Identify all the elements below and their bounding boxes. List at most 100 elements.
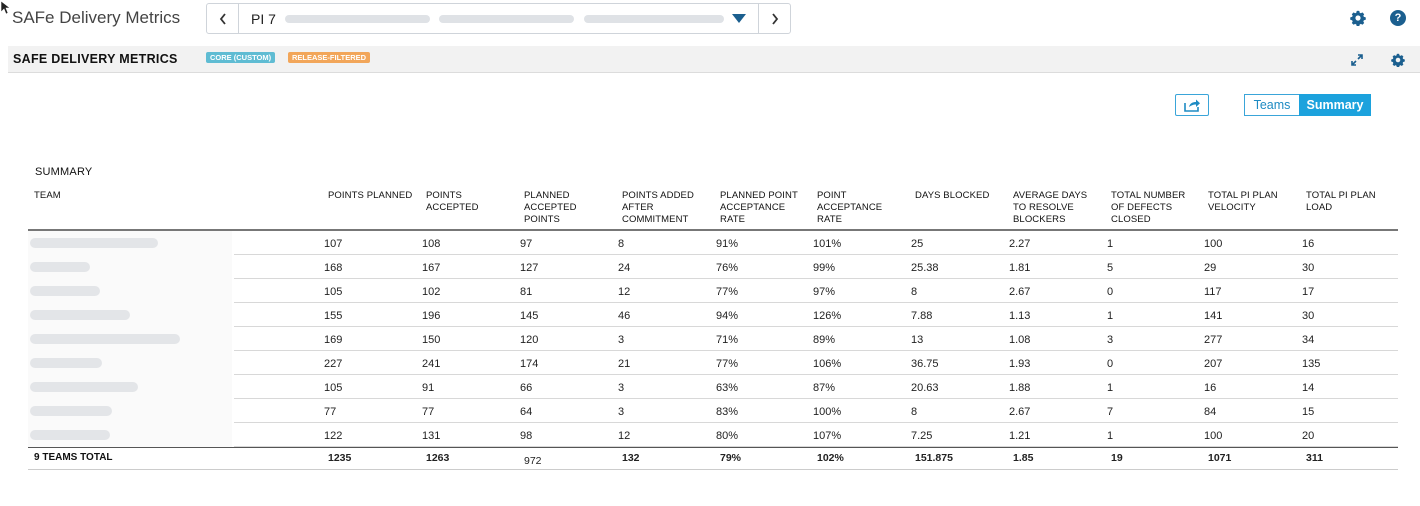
cell-pi-plan-load: 14 bbox=[1302, 382, 1315, 394]
mouse-cursor-icon bbox=[1, 1, 11, 15]
cell-point-acceptance-rate: 100% bbox=[813, 406, 842, 418]
pi-value[interactable]: PI 7 bbox=[251, 11, 276, 27]
table-row: 122 131 98 12 80% 107% 7.25 1.21 1 100 20 bbox=[28, 423, 1398, 447]
cell-defects-closed: 1 bbox=[1107, 310, 1114, 322]
settings-gear-icon[interactable] bbox=[1350, 10, 1366, 26]
cell-points-planned: 105 bbox=[324, 382, 343, 394]
cell-average-days-to-resolve-blockers: 2.27 bbox=[1009, 238, 1031, 250]
cell-points-added-after-commitment: 24 bbox=[618, 262, 631, 274]
help-icon[interactable]: ? bbox=[1390, 10, 1406, 26]
teams-toggle-button[interactable]: Teams bbox=[1244, 94, 1299, 116]
release-filtered-tag: RELEASE-FILTERED bbox=[288, 52, 371, 63]
redacted-pi-name bbox=[285, 15, 430, 23]
app-title: SAFe Delivery Metrics bbox=[12, 8, 181, 27]
cell-average-days-to-resolve-blockers: 1.81 bbox=[1009, 262, 1031, 274]
view-toggle[interactable]: Teams Summary bbox=[1244, 94, 1371, 116]
total-point-acceptance-rate: 102% bbox=[817, 452, 844, 464]
cell-days-blocked: 8 bbox=[911, 286, 918, 298]
cell-days-blocked: 25.38 bbox=[911, 262, 939, 274]
redacted-team-name bbox=[30, 406, 112, 416]
cell-average-days-to-resolve-blockers: 1.93 bbox=[1009, 358, 1031, 370]
cell-points-accepted: 91 bbox=[422, 382, 435, 394]
cell-pi-plan-load: 15 bbox=[1302, 406, 1315, 418]
table-row: 155 196 145 46 94% 126% 7.88 1.13 1 141 30 bbox=[28, 303, 1398, 327]
column-header-total-pi-plan-load[interactable]: TOTAL PI PLAN LOAD bbox=[1306, 190, 1386, 214]
cell-pi-plan-load: 30 bbox=[1302, 262, 1315, 274]
column-header-total-defects-closed[interactable]: TOTAL NUMBER OF DEFECTS CLOSED bbox=[1111, 190, 1191, 226]
cell-points-planned: 105 bbox=[324, 286, 343, 298]
next-pi-button[interactable] bbox=[758, 4, 790, 33]
table-header: TEAM POINTS PLANNED POINTS ACCEPTED PLAN… bbox=[28, 188, 1398, 231]
column-header-point-acceptance-rate[interactable]: POINT ACCEPTANCE RATE bbox=[817, 190, 892, 226]
summary-toggle-button[interactable]: Summary bbox=[1299, 94, 1371, 116]
cell-defects-closed: 1 bbox=[1107, 382, 1114, 394]
cell-planned-point-acceptance-rate: 83% bbox=[716, 406, 739, 418]
total-days-blocked: 151.875 bbox=[915, 452, 953, 464]
column-header-days-blocked[interactable]: DAYS BLOCKED bbox=[915, 190, 1000, 202]
expand-icon[interactable] bbox=[1351, 54, 1363, 66]
table-row: 227 241 174 21 77% 106% 36.75 1.93 0 207 135 bbox=[28, 351, 1398, 375]
total-points-added-after-commitment: 132 bbox=[622, 452, 640, 464]
core-custom-tag: CORE (CUSTOM) bbox=[206, 52, 276, 63]
cell-planned-point-acceptance-rate: 91% bbox=[716, 238, 739, 250]
cell-points-accepted: 150 bbox=[422, 334, 441, 346]
panel-title: SAFE DELIVERY METRICS bbox=[13, 52, 178, 66]
cell-pi-plan-load: 20 bbox=[1302, 430, 1315, 442]
cell-planned-accepted-points: 120 bbox=[520, 334, 539, 346]
cell-days-blocked: 20.63 bbox=[911, 382, 939, 394]
redacted-team-name bbox=[30, 430, 110, 440]
total-planned-point-acceptance-rate: 79% bbox=[720, 452, 742, 464]
column-header-total-pi-plan-velocity[interactable]: TOTAL PI PLAN VELOCITY bbox=[1208, 190, 1288, 214]
cell-points-added-after-commitment: 3 bbox=[618, 382, 625, 394]
total-points-accepted: 1263 bbox=[426, 452, 450, 464]
summary-table: TEAM POINTS PLANNED POINTS ACCEPTED PLAN… bbox=[28, 188, 1398, 470]
column-header-planned-accepted-points[interactable]: PLANNED ACCEPTED POINTS bbox=[524, 190, 594, 226]
cell-pi-plan-load: 135 bbox=[1302, 358, 1321, 370]
export-button[interactable] bbox=[1175, 94, 1209, 116]
cell-defects-closed: 1 bbox=[1107, 430, 1114, 442]
table-body: 107 108 97 8 91% 101% 25 2.27 1 100 16 168 167 127 24 7… bbox=[28, 231, 1398, 447]
cell-points-added-after-commitment: 12 bbox=[618, 286, 631, 298]
panel-settings-gear-icon[interactable] bbox=[1391, 53, 1405, 67]
column-header-points-planned[interactable]: POINTS PLANNED bbox=[328, 190, 418, 202]
chevron-right-icon bbox=[771, 12, 778, 25]
redacted-pi-name bbox=[439, 15, 574, 23]
cell-planned-point-acceptance-rate: 77% bbox=[716, 358, 739, 370]
total-average-days-to-resolve: 1.85 bbox=[1013, 452, 1034, 464]
cell-average-days-to-resolve-blockers: 1.13 bbox=[1009, 310, 1031, 322]
table-row: 107 108 97 8 91% 101% 25 2.27 1 100 16 bbox=[28, 231, 1398, 255]
cell-points-added-after-commitment: 3 bbox=[618, 406, 625, 418]
cell-planned-point-acceptance-rate: 76% bbox=[716, 262, 739, 274]
cell-defects-closed: 0 bbox=[1107, 358, 1114, 370]
cell-points-added-after-commitment: 3 bbox=[618, 334, 625, 346]
total-row: 9 TEAMS TOTAL 1235 1263 972 132 79% 102%… bbox=[28, 447, 1398, 470]
cell-point-acceptance-rate: 97% bbox=[813, 286, 836, 298]
cell-pi-plan-velocity: 117 bbox=[1204, 286, 1222, 298]
cell-planned-accepted-points: 127 bbox=[520, 262, 539, 274]
cell-days-blocked: 25 bbox=[911, 238, 924, 250]
column-header-points-accepted[interactable]: POINTS ACCEPTED bbox=[426, 190, 496, 214]
column-header-average-days-to-resolve-blockers[interactable]: AVERAGE DAYS TO RESOLVE BLOCKERS bbox=[1013, 190, 1093, 226]
pi-picker[interactable]: PI 7 bbox=[206, 3, 791, 34]
column-header-team[interactable]: TEAM bbox=[34, 190, 184, 202]
column-header-planned-point-acceptance-rate[interactable]: PLANNED POINT ACCEPTANCE RATE bbox=[720, 190, 805, 226]
cell-point-acceptance-rate: 107% bbox=[813, 430, 842, 442]
cell-points-added-after-commitment: 12 bbox=[618, 430, 631, 442]
redacted-team-name bbox=[30, 310, 130, 320]
cell-days-blocked: 13 bbox=[911, 334, 924, 346]
cell-points-accepted: 102 bbox=[422, 286, 441, 298]
cell-days-blocked: 7.88 bbox=[911, 310, 933, 322]
cell-pi-plan-velocity: 29 bbox=[1204, 262, 1217, 274]
redacted-team-name bbox=[30, 286, 100, 296]
redacted-pi-name bbox=[584, 15, 724, 23]
cell-point-acceptance-rate: 106% bbox=[813, 358, 842, 370]
total-defects-closed: 19 bbox=[1111, 452, 1123, 464]
cell-points-accepted: 241 bbox=[422, 358, 441, 370]
cell-pi-plan-load: 34 bbox=[1302, 334, 1315, 346]
cell-planned-accepted-points: 145 bbox=[520, 310, 539, 322]
column-header-points-added-after-commitment[interactable]: POINTS ADDED AFTER COMMITMENT bbox=[622, 190, 702, 226]
cell-defects-closed: 5 bbox=[1107, 262, 1114, 274]
previous-pi-button[interactable] bbox=[207, 4, 239, 33]
pi-dropdown-icon[interactable] bbox=[732, 14, 746, 23]
cell-average-days-to-resolve-blockers: 2.67 bbox=[1009, 286, 1031, 298]
